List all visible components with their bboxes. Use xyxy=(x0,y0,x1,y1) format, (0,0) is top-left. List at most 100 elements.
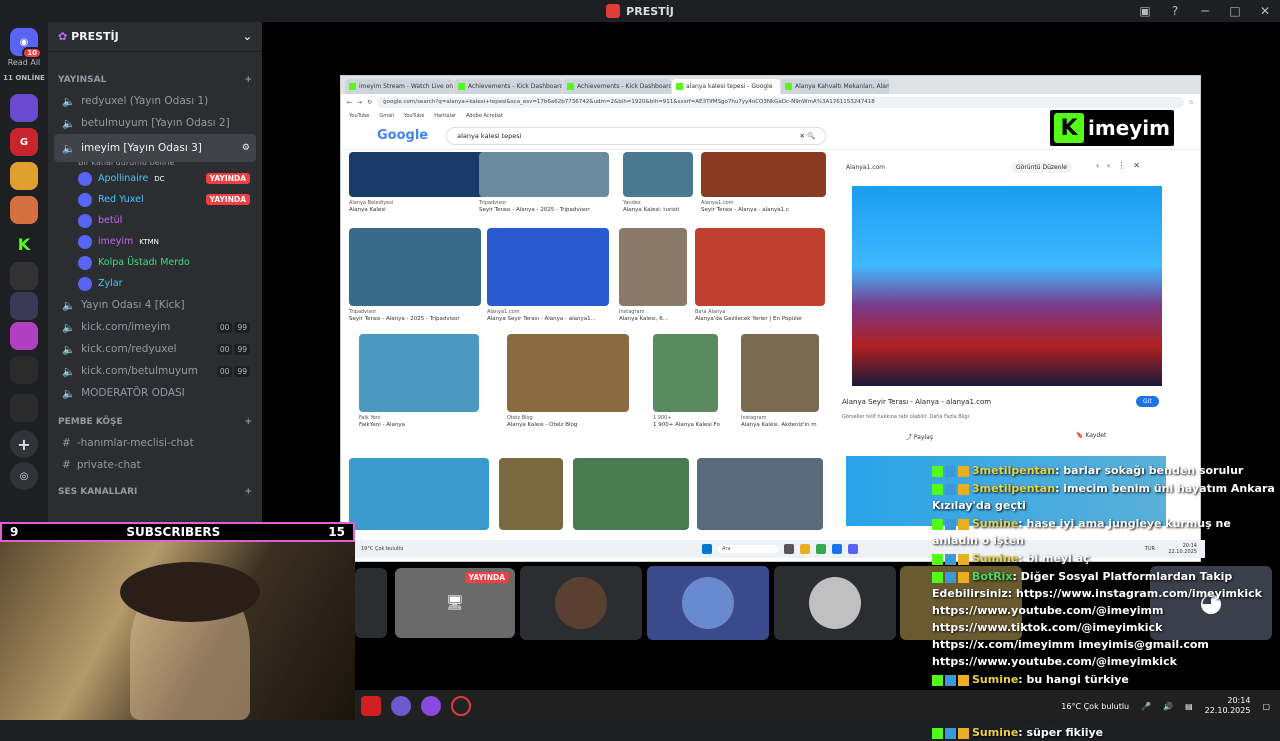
result-caption[interactable]: FaikYeni - Alanya xyxy=(359,422,405,428)
star-icon[interactable]: ☆ xyxy=(1189,99,1194,106)
chat-username[interactable]: BotRix xyxy=(972,570,1013,583)
google-logo[interactable]: Google xyxy=(377,128,428,143)
channel-hanimlar[interactable]: # -hanımlar-meclisi-chat xyxy=(48,432,262,454)
browser-tab[interactable]: imeyim Stream - Watch Live on xyxy=(345,79,453,94)
result-image[interactable] xyxy=(623,152,693,197)
result-source[interactable]: Tripadvisor xyxy=(479,200,506,206)
chat-username[interactable]: 3metilpentan xyxy=(972,464,1055,477)
chat-username[interactable]: Sumine xyxy=(972,552,1018,565)
edit-image-button[interactable]: Görüntü Düzenle xyxy=(1011,162,1072,173)
channel-betulmuyum[interactable]: 🔈 betulmuyum [Yayın Odası 2] xyxy=(48,112,262,134)
voice-user[interactable]: betül xyxy=(48,210,262,231)
result-caption[interactable]: Seyir Terası - Alanya - alanya1.c xyxy=(701,207,789,213)
add-channel-icon[interactable]: + xyxy=(244,75,252,85)
vc-tile-partial[interactable] xyxy=(355,568,387,638)
result-image[interactable] xyxy=(695,228,825,306)
result-image[interactable] xyxy=(487,228,609,306)
mic-icon[interactable]: 🎤 xyxy=(1141,702,1151,711)
windows-icon[interactable] xyxy=(702,544,712,554)
result-source[interactable]: Instagram xyxy=(619,309,644,315)
chat-username[interactable]: Sumine xyxy=(972,517,1018,530)
bookmark[interactable]: Gmail xyxy=(379,113,394,119)
minimize-button[interactable]: ─ xyxy=(1190,0,1220,22)
server-avatar-3[interactable] xyxy=(10,162,38,190)
result-source[interactable]: Instagram xyxy=(741,415,766,421)
bookmark[interactable]: YouTube xyxy=(349,113,369,119)
inbox-icon[interactable]: ▣ xyxy=(1130,0,1160,22)
app-icon-3[interactable] xyxy=(421,696,441,716)
voice-user[interactable]: imeyim KTMN xyxy=(48,231,262,252)
result-caption[interactable]: Seyir Terası - Alanya - 2025 - Tripadvis… xyxy=(349,316,460,322)
channel-kick-imeyim[interactable]: 🔈 kick.com/imeyim 00 99 xyxy=(48,316,262,338)
browser-tab[interactable]: Achievements - Kick Dashboard xyxy=(454,79,562,94)
result-image[interactable] xyxy=(349,228,481,306)
server-avatar-1[interactable] xyxy=(10,94,38,122)
browser-tab[interactable]: Alanya Kahvaltı Mekanları, Alan xyxy=(781,79,889,94)
result-caption[interactable]: 1 900+ Alanya Kalesi Fo xyxy=(653,422,720,428)
help-icon[interactable]: ? xyxy=(1160,0,1190,22)
voice-user[interactable]: Kolpa Üstadı Merdo xyxy=(48,252,262,273)
dm-home-icon[interactable]: ◉ 10 xyxy=(10,28,42,59)
discord-icon[interactable] xyxy=(848,544,858,554)
server-avatar-7[interactable] xyxy=(10,322,38,350)
category-yayinsal[interactable]: YAYINSAL + xyxy=(48,70,262,90)
panel-title[interactable]: Alanya Seyir Terası - Alanya - alanya1.c… xyxy=(842,398,991,406)
result-image[interactable] xyxy=(349,152,491,197)
result-caption[interactable]: Alanya Kalesi xyxy=(349,207,386,213)
result-caption[interactable]: Alanya Kalesi - Otelz Blog xyxy=(507,422,577,428)
server-avatar-2[interactable]: G xyxy=(10,128,38,156)
kick-server-icon[interactable]: K xyxy=(10,230,38,258)
panel-site[interactable]: Alanya1.com xyxy=(846,164,885,171)
bookmark[interactable]: YouTube xyxy=(404,113,424,119)
channel-redyuxel[interactable]: 🔈 redyuxel (Yayın Odası 1) xyxy=(48,90,262,112)
add-channel-icon[interactable]: + xyxy=(244,417,252,427)
result-source[interactable]: Yandex xyxy=(623,200,641,206)
result-image[interactable] xyxy=(741,334,819,412)
result-source[interactable]: Alanya Belediyesi xyxy=(349,200,393,206)
save-button[interactable]: 🔖 Kaydet xyxy=(1076,432,1106,439)
chat-username[interactable]: Sumine xyxy=(972,673,1018,686)
result-caption[interactable]: Alanya'da Gezilecek Yerler | En Popüler xyxy=(695,316,802,322)
category-pembe[interactable]: PEMBE KÖŞE + xyxy=(48,412,262,432)
server-folder-2[interactable] xyxy=(10,394,38,422)
volume-icon[interactable]: 🔊 xyxy=(1163,702,1173,711)
result-source[interactable]: Tripadvisor xyxy=(349,309,376,315)
result-image[interactable] xyxy=(619,228,687,306)
server-avatar-4[interactable] xyxy=(10,196,38,224)
server-folder-1[interactable] xyxy=(10,356,38,384)
result-image[interactable] xyxy=(499,458,563,530)
notification-icon[interactable]: ▢ xyxy=(1262,702,1270,711)
result-image[interactable] xyxy=(653,334,718,412)
add-channel-icon[interactable]: + xyxy=(244,487,252,497)
reload-icon[interactable]: ↻ xyxy=(367,99,372,106)
result-image[interactable] xyxy=(701,152,826,197)
bookmark[interactable]: Haritalar xyxy=(434,113,456,119)
result-caption[interactable]: Alanya Kalesi, 6... xyxy=(619,316,668,322)
visit-button[interactable]: Git xyxy=(1136,396,1159,407)
result-source[interactable]: 1 900+ xyxy=(653,415,672,421)
result-image[interactable] xyxy=(349,458,489,530)
browser-tab[interactable]: alanya kalesi tepesi - Google xyxy=(672,79,780,94)
voice-user[interactable]: Zylar xyxy=(48,273,262,294)
taskview-icon[interactable] xyxy=(784,544,794,554)
tray-weather[interactable]: 16°C Çok bulutlu xyxy=(1061,702,1129,711)
chat-username[interactable]: Sumine xyxy=(972,726,1018,739)
vc-tile-user-3[interactable] xyxy=(774,566,896,640)
back-icon[interactable]: ← xyxy=(347,99,352,106)
bookmark[interactable]: Adobe Acrobat xyxy=(466,113,503,119)
server-avatar-5[interactable] xyxy=(10,262,38,290)
browser-tab[interactable]: Achievements - Kick Dashboard xyxy=(563,79,671,94)
result-image[interactable] xyxy=(573,458,689,530)
result-image[interactable] xyxy=(359,334,479,412)
vc-tile-screenshare[interactable]: 🖥 YAYINDA xyxy=(395,568,515,638)
channel-oda4[interactable]: 🔈 Yayın Odası 4 [Kick] xyxy=(48,294,262,316)
close-button[interactable]: ✕ xyxy=(1250,0,1280,22)
share-button[interactable]: ⤴ Paylaş xyxy=(906,432,933,441)
app-icon-2[interactable] xyxy=(391,696,411,716)
settings-icon[interactable]: ⚙ xyxy=(242,143,250,153)
app-icon-4[interactable] xyxy=(451,696,471,716)
result-source[interactable]: Faik Yeni xyxy=(359,415,380,421)
edge-icon[interactable] xyxy=(832,544,842,554)
app-icon-1[interactable] xyxy=(361,696,381,716)
explorer-icon[interactable] xyxy=(800,544,810,554)
